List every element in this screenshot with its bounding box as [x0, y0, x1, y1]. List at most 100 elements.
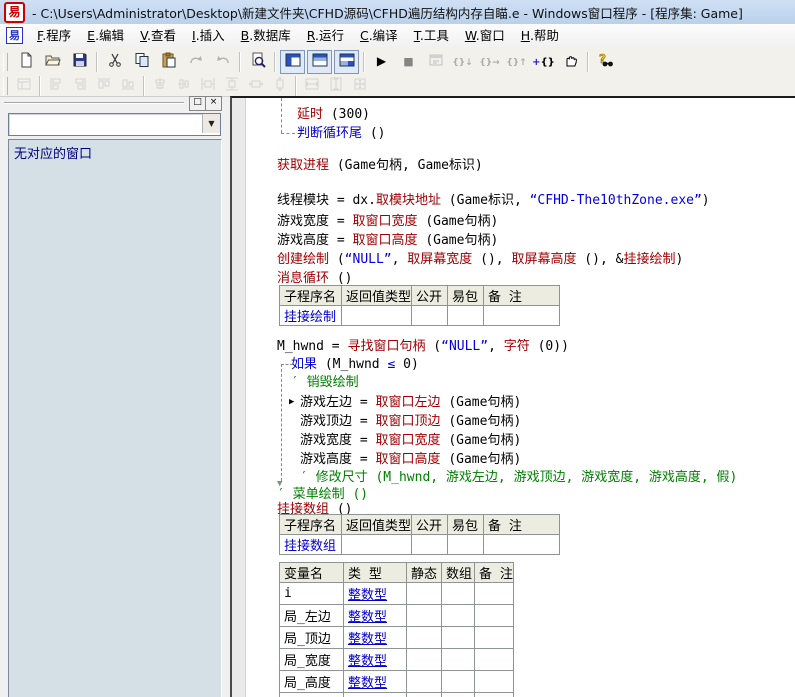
code-line[interactable]: 如果 (M_hwnd ≤ 0) — [277, 356, 795, 374]
code-line[interactable]: 获取进程 (Game句柄, Game标识) — [277, 157, 795, 175]
variable-table-cell[interactable]: 局_左边 — [280, 605, 344, 627]
toolbar-button-win-vert[interactable] — [307, 50, 332, 74]
variable-table-cell[interactable] — [442, 627, 475, 649]
menu-item-i[interactable]: I.插入 — [184, 24, 233, 47]
menu-item-c[interactable]: C.编译 — [352, 24, 406, 47]
code-line[interactable]: 判断循环尾 () — [277, 125, 795, 143]
panel-close-button[interactable]: × — [205, 96, 222, 111]
code-token-plain: ( — [425, 339, 441, 354]
subroutine-table-cell[interactable] — [412, 306, 448, 326]
variable-table-cell[interactable] — [280, 693, 344, 697]
code-line[interactable]: ′ 销毁绘制 — [277, 374, 795, 392]
menu-item-b[interactable]: B.数据库 — [233, 24, 299, 47]
subroutine-table-cell[interactable] — [484, 535, 560, 555]
toolbar-button-breakpoint[interactable]: +{} — [531, 50, 556, 74]
variable-table-cell[interactable] — [475, 605, 514, 627]
chevron-down-icon[interactable]: ▼ — [202, 114, 220, 133]
code-line[interactable]: 延时 (300) — [277, 106, 795, 124]
variable-type-link[interactable]: 整数型 — [348, 632, 387, 647]
toolbar-button-find[interactable] — [245, 50, 270, 74]
combo-value[interactable] — [9, 114, 202, 135]
toolbar-button-win-horz[interactable] — [280, 50, 305, 74]
variable-table-cell[interactable]: 整数型 — [344, 627, 407, 649]
subroutine-table-cell[interactable] — [484, 306, 560, 326]
menu-item-h[interactable]: H.帮助 — [513, 24, 567, 47]
variable-table-cell[interactable] — [407, 649, 442, 671]
variable-table-cell[interactable] — [442, 649, 475, 671]
code-line[interactable]: M_hwnd = 寻找窗口句柄 (“NULL”, 字符 (0)) — [277, 338, 795, 356]
variable-table-cell[interactable] — [475, 693, 514, 697]
current-line-marker-icon: ▶ — [289, 398, 294, 407]
variable-table-cell[interactable]: 整数型 — [344, 605, 407, 627]
window-selector-combo[interactable]: ▼ — [8, 113, 221, 136]
subroutine-table-header-cell: 易包 — [448, 286, 484, 306]
variable-table-cell[interactable]: 局_高度 — [280, 671, 344, 693]
variable-type-link[interactable]: 整数型 — [348, 654, 387, 669]
variable-table-cell[interactable] — [407, 583, 442, 605]
variable-table-cell[interactable] — [475, 671, 514, 693]
variable-table-cell[interactable] — [475, 583, 514, 605]
code-line[interactable]: 游戏高度 = 取窗口高度 (Game句柄) — [277, 232, 795, 250]
menu-item-e[interactable]: E.编辑 — [79, 24, 132, 47]
code-line[interactable]: 游戏宽度 = 取窗口宽度 (Game句柄) — [277, 432, 795, 450]
code-line[interactable]: 线程模块 = dx.取模块地址 (Game标识, “CFHD-The10thZo… — [277, 192, 795, 210]
variable-table-cell[interactable] — [475, 649, 514, 671]
variable-table-cell[interactable] — [407, 671, 442, 693]
toolbar-button-open[interactable] — [40, 50, 65, 74]
toolbar-button-run[interactable]: ▶ — [369, 50, 394, 74]
subroutine-table-cell[interactable] — [448, 535, 484, 555]
variable-table-cell[interactable]: i — [280, 583, 344, 605]
toolbar-button-new[interactable] — [13, 50, 38, 74]
variable-table-cell[interactable] — [442, 605, 475, 627]
code-editor[interactable]: 延时 (300)判断循环尾 () 获取进程 (Game句柄, Game标识) 线程模… — [230, 96, 795, 697]
code-line[interactable]: 游戏高度 = 取窗口高度 (Game句柄) — [277, 451, 795, 469]
variable-table-cell[interactable]: 局_宽度 — [280, 649, 344, 671]
code-line[interactable]: ′ 修改尺寸 (M_hwnd, 游戏左边, 游戏顶边, 游戏宽度, 游戏高度, … — [277, 469, 795, 487]
subroutine-table-cell[interactable]: 挂接绘制 — [280, 306, 342, 326]
code-token-cmt: ′ 销毁绘制 — [291, 375, 359, 390]
variable-table-cell[interactable] — [442, 693, 475, 697]
variable-table-cell[interactable] — [442, 671, 475, 693]
variable-table-cell[interactable]: 局_顶边 — [280, 627, 344, 649]
toolbar-button-save[interactable] — [67, 50, 92, 74]
variable-table-cell[interactable] — [407, 693, 442, 697]
variable-table-cell[interactable] — [407, 605, 442, 627]
code-line[interactable]: 游戏顶边 = 取窗口顶边 (Game句柄) — [277, 413, 795, 431]
menu-item-v[interactable]: V.查看 — [132, 24, 184, 47]
toolbar-button-copy[interactable] — [129, 50, 154, 74]
menu-item-t[interactable]: T.工具 — [406, 24, 457, 47]
variable-table-header-cell: 数组 — [442, 563, 475, 583]
menu-item-f[interactable]: F.程序 — [29, 24, 79, 47]
variable-table-cell[interactable] — [407, 627, 442, 649]
variable-type-link[interactable]: 整数型 — [348, 610, 387, 625]
variable-table-cell[interactable] — [442, 583, 475, 605]
panel-maximize-button[interactable]: □ — [189, 96, 206, 111]
subroutine-table-cell[interactable] — [412, 535, 448, 555]
variable-type-link[interactable]: 整数型 — [348, 676, 387, 691]
subroutine-table-cell[interactable] — [342, 535, 412, 555]
menu-item-r[interactable]: R.运行 — [299, 24, 352, 47]
code-line[interactable]: 游戏宽度 = 取窗口宽度 (Game句柄) — [277, 213, 795, 231]
toolbar-gripper[interactable] — [3, 53, 8, 71]
toolbar-button-cut[interactable] — [102, 50, 127, 74]
variable-type-link[interactable]: 整数型 — [348, 588, 387, 603]
subroutine-table-cell[interactable]: 挂接数组 — [280, 535, 342, 555]
window-list[interactable]: 无对应的窗口 — [8, 139, 222, 697]
toolbar-button-win-grid[interactable] — [334, 50, 359, 74]
variable-table-cell[interactable] — [344, 693, 407, 697]
window-list-item[interactable]: 无对应的窗口 — [9, 140, 221, 162]
variable-table-cell[interactable] — [475, 627, 514, 649]
variable-table-cell[interactable]: 整数型 — [344, 583, 407, 605]
code-line[interactable]: 游戏左边 = 取窗口左边 (Game句柄) — [277, 394, 795, 412]
toolbar-button-help-find[interactable]: ? — [593, 50, 618, 74]
toolbar-button-paste[interactable] — [156, 50, 181, 74]
toolbar-gripper[interactable] — [3, 77, 8, 95]
panel-gripper[interactable] — [4, 102, 184, 104]
code-line[interactable]: 创建绘制 (“NULL”, 取屏幕宽度 (), 取屏幕高度 (), &挂接绘制) — [277, 251, 795, 269]
variable-table-cell[interactable]: 整数型 — [344, 671, 407, 693]
subroutine-table-cell[interactable] — [448, 306, 484, 326]
variable-table-cell[interactable]: 整数型 — [344, 649, 407, 671]
menu-item-w[interactable]: W.窗口 — [457, 24, 513, 47]
toolbar-button-pause[interactable] — [558, 50, 583, 74]
subroutine-table-cell[interactable] — [342, 306, 412, 326]
